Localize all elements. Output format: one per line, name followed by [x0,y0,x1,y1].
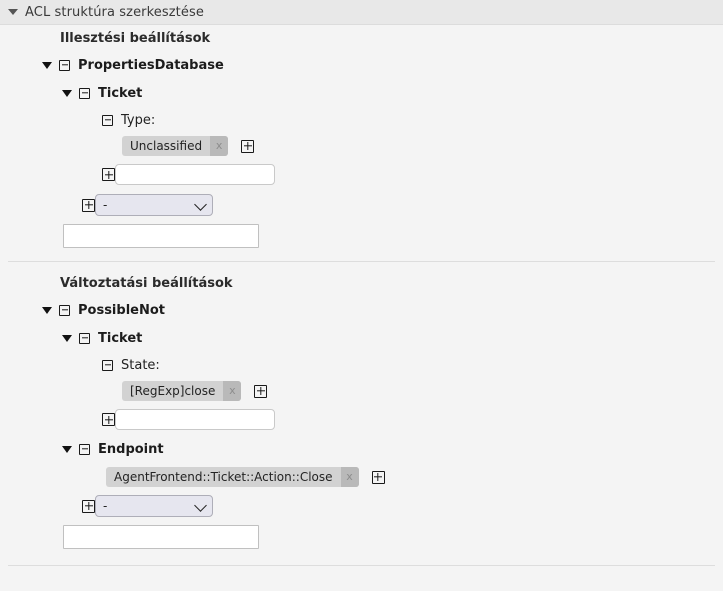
change-settings-title: Változtatási beállítások [60,275,233,291]
plus-box-icon[interactable] [254,384,268,398]
chip-label: [RegExp]close [130,384,216,398]
chip-row-type: Unclassified x [0,133,723,159]
chip-label: AgentFrontend::Ticket::Action::Close [114,470,333,484]
plus-box-icon[interactable] [82,198,95,212]
field-label-type: Type: [121,112,156,128]
field-row-state: State: [0,352,723,378]
new-section-row-change [0,521,723,553]
tree-node-label: Ticket [98,85,143,101]
new-value-row-state [0,404,723,435]
plus-box-icon[interactable] [102,168,115,181]
tree-node-endpoint[interactable]: Endpoint [0,435,723,463]
caret-down-icon[interactable] [42,61,52,69]
footer-divider [8,565,715,566]
caret-down-icon[interactable] [62,334,72,342]
chip-row-endpoint: AgentFrontend::Ticket::Action::Close x [0,463,723,491]
new-value-row-type [0,159,723,190]
tree-node-label: PropertiesDatabase [78,57,224,73]
caret-down-icon[interactable] [62,89,72,97]
chip-row-state: [RegExp]close x [0,378,723,404]
new-key-row-match: - [0,190,723,220]
page-title: ACL struktúra szerkesztése [25,4,204,20]
chip-label: Unclassified [130,139,203,153]
match-settings-section: Illesztési beállítások PropertiesDatabas… [0,25,723,252]
acl-structure-header[interactable]: ACL struktúra szerkesztése [0,0,723,25]
plus-box-icon[interactable] [371,470,385,484]
plus-box-icon[interactable] [82,499,95,513]
new-key-row-change: - [0,491,723,521]
new-key-select-wrap[interactable]: - [95,194,213,216]
minus-box-icon[interactable] [102,359,113,371]
chip-remove-icon[interactable]: x [223,381,242,401]
caret-down-icon[interactable] [42,306,52,314]
new-key-select[interactable]: - [95,194,213,216]
field-row-type: Type: [0,107,723,133]
plus-box-icon[interactable] [102,413,115,426]
tree-node-ticket-match[interactable]: Ticket [0,79,723,107]
value-chip[interactable]: Unclassified x [122,136,229,156]
new-section-input[interactable] [63,224,259,248]
change-settings-section: Változtatási beállítások PossibleNot Tic… [0,262,723,553]
minus-box-icon[interactable] [79,443,90,455]
change-settings-title-row: Változtatási beállítások [0,270,723,296]
caret-down-icon[interactable] [62,445,72,453]
tree-node-possiblenot[interactable]: PossibleNot [0,296,723,324]
minus-box-icon[interactable] [59,59,70,71]
match-settings-title-row: Illesztési beállítások [0,25,723,51]
minus-box-icon[interactable] [79,332,90,344]
minus-box-icon[interactable] [102,114,113,126]
minus-box-icon[interactable] [59,304,70,316]
chip-remove-icon[interactable]: x [340,467,359,487]
tree-node-propertiesdatabase[interactable]: PropertiesDatabase [0,51,723,79]
minus-box-icon[interactable] [79,87,90,99]
new-section-row-match [0,220,723,252]
caret-down-icon [8,9,18,15]
tree-node-label: Ticket [98,330,143,346]
tree-node-label: PossibleNot [78,302,165,318]
value-chip[interactable]: [RegExp]close x [122,381,242,401]
tree-node-label: Endpoint [98,441,164,457]
new-value-input[interactable] [115,164,275,185]
new-key-select[interactable]: - [95,495,213,517]
new-value-input[interactable] [115,409,275,430]
value-chip[interactable]: AgentFrontend::Ticket::Action::Close x [106,467,359,487]
field-label-state: State: [121,357,160,373]
plus-box-icon[interactable] [241,139,255,153]
new-key-select-wrap[interactable]: - [95,495,213,517]
chip-remove-icon[interactable]: x [210,136,229,156]
new-section-input[interactable] [63,525,259,549]
match-settings-title: Illesztési beállítások [60,30,211,46]
tree-node-ticket-change[interactable]: Ticket [0,324,723,352]
